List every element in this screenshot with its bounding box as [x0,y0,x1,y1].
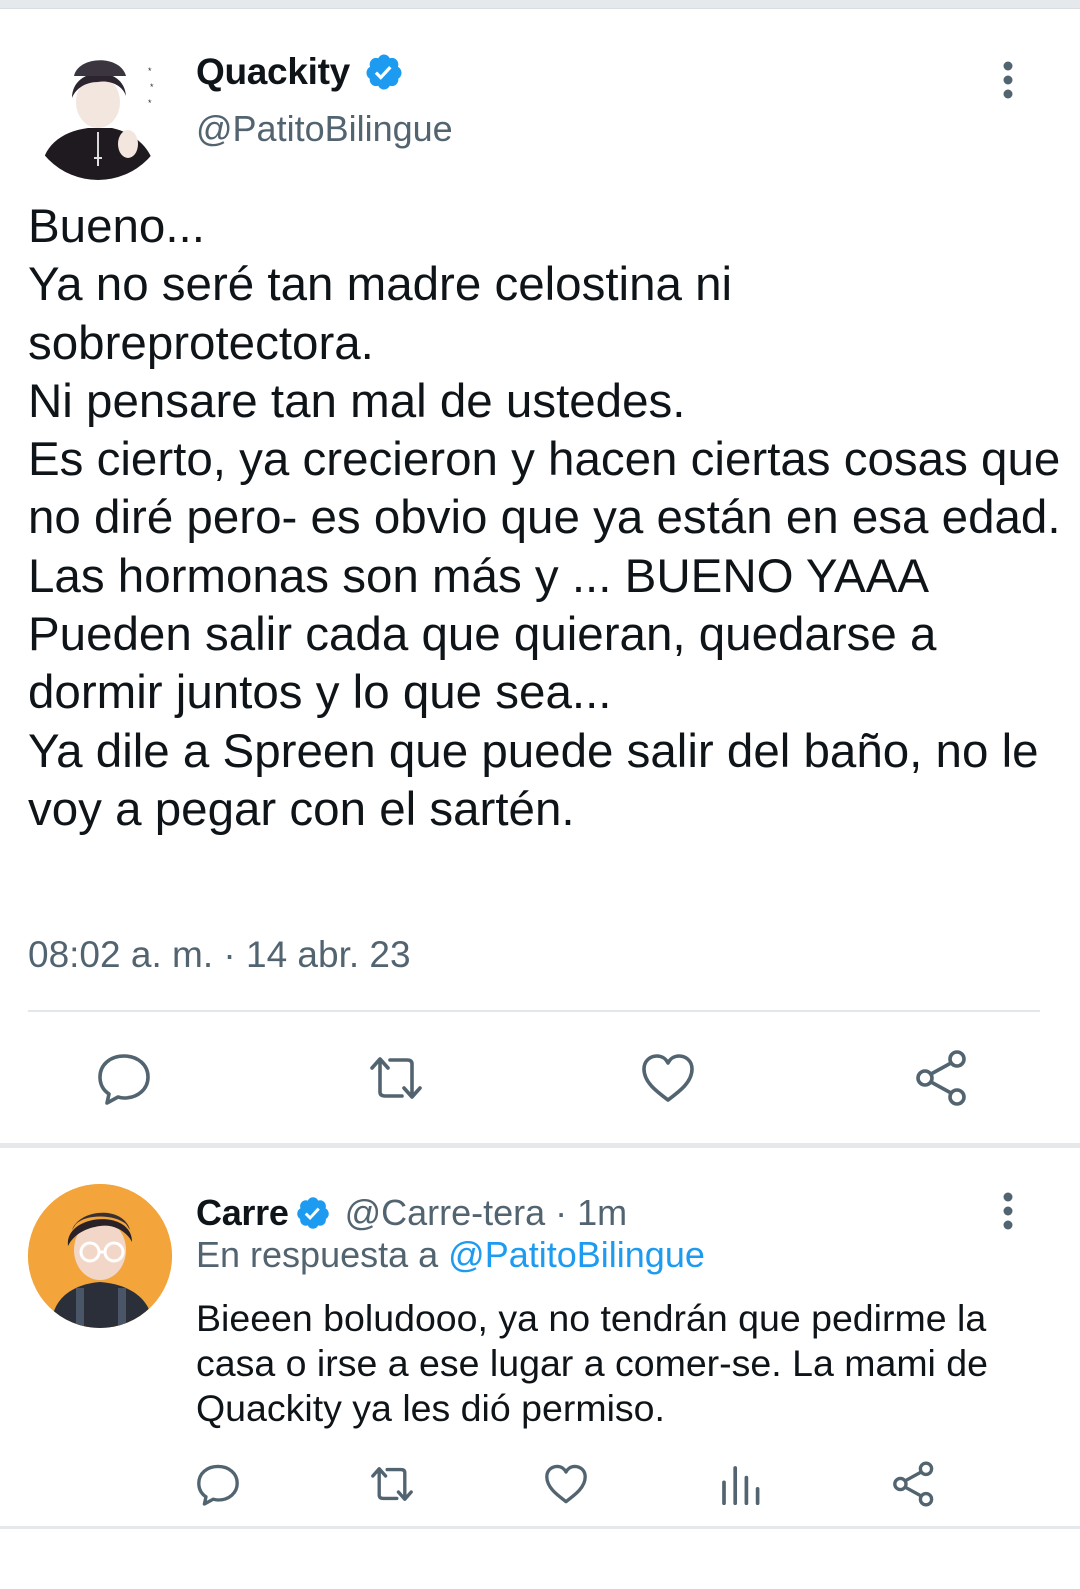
tweet-separator [0,1143,1080,1148]
author-name-row: Quackity [196,44,404,100]
reply-analytics-button[interactable] [716,1460,764,1508]
reply-icon [98,1054,150,1105]
verified-badge-icon [295,1195,331,1231]
bottom-divider [0,1526,1080,1529]
like-button[interactable] [638,1048,698,1108]
reply-author-display-name[interactable]: Carre [196,1192,289,1234]
top-divider [0,0,1080,9]
svg-text:*: * [148,98,152,108]
author-handle[interactable]: @PatitoBilingue [196,108,453,150]
tweet-timestamp[interactable]: 08:02 a. m. · 14 abr. 23 [28,934,411,976]
tweet-text: Bueno... Ya no seré tan madre celostina … [28,200,1061,836]
heart-icon [545,1464,587,1504]
reply-header: Carre @Carre-tera · 1m [196,1188,627,1238]
share-button[interactable] [912,1048,972,1108]
reply-retweet-button[interactable] [368,1460,416,1508]
heart-icon [642,1054,694,1102]
reply-reply-button[interactable] [194,1460,242,1508]
reply-share-button[interactable] [890,1460,938,1508]
reply-button[interactable] [94,1048,154,1108]
share-icon [916,1050,966,1106]
analytics-icon [722,1466,760,1506]
replying-to-mention[interactable]: @PatitoBilingue [448,1234,705,1275]
retweet-icon [371,1467,413,1501]
author-display-name[interactable]: Quackity [196,51,350,93]
more-vertical-icon[interactable] [992,56,1024,104]
reply-handle-time[interactable]: @Carre-tera · 1m [345,1192,628,1234]
reply-icon [197,1464,239,1506]
reply-author-avatar[interactable] [28,1184,172,1328]
reply-text: Bieeen boludooo, ya no tendrán que pedir… [196,1297,989,1429]
svg-text:*: * [150,82,154,92]
svg-text:*: * [148,66,152,76]
action-divider [28,1010,1040,1012]
retweet-button[interactable] [366,1048,426,1108]
author-avatar[interactable]: * * * [28,40,168,180]
replying-to-line: En respuesta a @PatitoBilingue [196,1234,705,1276]
reply-like-button[interactable] [542,1460,590,1508]
replying-to-label: En respuesta a [196,1234,449,1275]
retweet-icon [370,1057,422,1099]
more-vertical-icon[interactable] [992,1188,1024,1234]
share-icon [893,1461,934,1507]
verified-badge-icon [364,52,404,92]
